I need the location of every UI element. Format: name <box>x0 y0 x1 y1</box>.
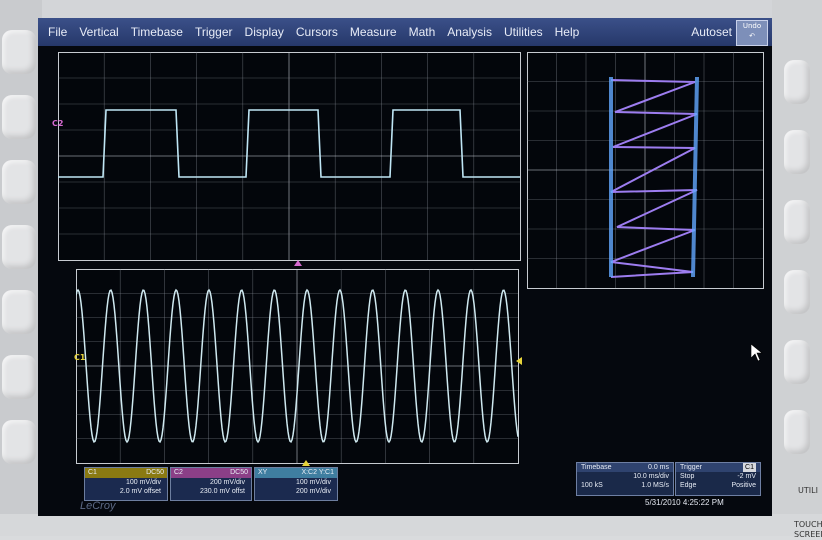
c2-scale: 200 mV/div <box>209 479 245 486</box>
xy-descriptor[interactable]: XY X:C2 Y:C1 100 mV/div 200 mV/div <box>254 467 338 501</box>
menu-file[interactable]: File <box>48 25 67 39</box>
utilities-hw-label: UTILI <box>798 486 818 495</box>
menu-vertical[interactable]: Vertical <box>79 25 118 39</box>
touch-screen-label: TOUCH SCREEN <box>794 520 822 539</box>
menu-bar: File Vertical Timebase Trigger Display C… <box>38 18 772 46</box>
c2-descriptor[interactable]: C2 DC50 200 mV/div 230.0 mV offst <box>170 467 252 501</box>
right-button-1[interactable] <box>784 60 810 104</box>
c1-descriptor[interactable]: C1 DC50 100 mV/div 2.0 mV offset <box>84 467 168 501</box>
timebase-label: Timebase <box>581 464 612 471</box>
side-button-4[interactable] <box>2 225 36 269</box>
bezel-bottom <box>0 514 822 536</box>
c1-offset: 2.0 mV offset <box>119 488 161 495</box>
xy-name: XY <box>258 469 268 476</box>
c1-grid <box>76 269 519 464</box>
c1-level-marker <box>516 357 522 365</box>
timebase-rate: 1.0 MS/s <box>641 482 669 489</box>
c1-name: C1 <box>88 469 97 476</box>
menu-trigger[interactable]: Trigger <box>195 25 233 39</box>
timebase-scale: 10.0 ms/div <box>633 473 669 480</box>
menu-help[interactable]: Help <box>555 25 580 39</box>
trigger-slope: Positive <box>731 482 756 489</box>
c2-coupling: DC50 <box>230 469 248 476</box>
brand-logo: LeCroy <box>80 500 116 512</box>
c1-trigger-marker <box>302 460 310 466</box>
c2-name: C2 <box>174 469 183 476</box>
c2-trigger-marker <box>294 260 302 266</box>
c1-marker: C1 <box>74 353 86 362</box>
xy-grid-frame <box>527 52 764 289</box>
oscilloscope-screen: File Vertical Timebase Trigger Display C… <box>38 18 772 516</box>
c2-grid <box>58 52 521 261</box>
menu-measure[interactable]: Measure <box>350 25 397 39</box>
menu-cursors[interactable]: Cursors <box>296 25 338 39</box>
right-button-6[interactable] <box>784 410 810 454</box>
trigger-mode: Stop <box>680 473 695 480</box>
timebase-delay: 0.0 ms <box>647 464 669 471</box>
xy-scale-x: 100 mV/div <box>295 479 331 486</box>
trigger-channel: C1 <box>743 463 756 472</box>
xy-source: X:C2 Y:C1 <box>301 469 334 476</box>
menu-display[interactable]: Display <box>245 25 284 39</box>
c1-coupling: DC50 <box>146 469 164 476</box>
c2-grid-frame <box>58 52 521 261</box>
trigger-label: Trigger <box>680 464 702 471</box>
undo-button[interactable]: Undo ↶ <box>736 20 768 46</box>
menu-timebase[interactable]: Timebase <box>131 25 183 39</box>
date-time: 5/31/2010 4:25:22 PM <box>645 498 724 507</box>
side-button-6[interactable] <box>2 355 36 399</box>
side-button-1[interactable] <box>2 30 36 74</box>
trigger-type: Edge <box>680 482 697 489</box>
undo-icon: ↶ <box>749 32 755 40</box>
c2-marker: C2 <box>52 119 64 128</box>
right-button-4[interactable] <box>784 270 810 314</box>
c2-offset: 230.0 mV offst <box>199 488 245 495</box>
side-button-5[interactable] <box>2 290 36 334</box>
timebase-samples: 100 kS <box>581 482 603 489</box>
c1-scale: 100 mV/div <box>125 479 161 486</box>
undo-label: Undo <box>742 22 762 30</box>
right-button-2[interactable] <box>784 130 810 174</box>
menu-analysis[interactable]: Analysis <box>447 25 492 39</box>
mouse-cursor-icon <box>751 344 763 362</box>
menu-utilities[interactable]: Utilities <box>504 25 543 39</box>
timebase-descriptor[interactable]: Timebase 0.0 ms 10.0 ms/div 100 kS 1.0 M… <box>576 462 674 496</box>
xy-scale-y: 200 mV/div <box>295 488 331 495</box>
trigger-descriptor[interactable]: Trigger C1 Stop -2 mV Edge Positive <box>675 462 761 496</box>
side-button-3[interactable] <box>2 160 36 204</box>
right-button-5[interactable] <box>784 340 810 384</box>
right-button-3[interactable] <box>784 200 810 244</box>
autoset-button[interactable]: Autoset <box>691 25 732 39</box>
trigger-level: -2 mV <box>737 473 756 480</box>
side-button-2[interactable] <box>2 95 36 139</box>
menu-math[interactable]: Math <box>409 25 436 39</box>
xy-grid <box>527 52 764 289</box>
side-button-7[interactable] <box>2 420 36 464</box>
